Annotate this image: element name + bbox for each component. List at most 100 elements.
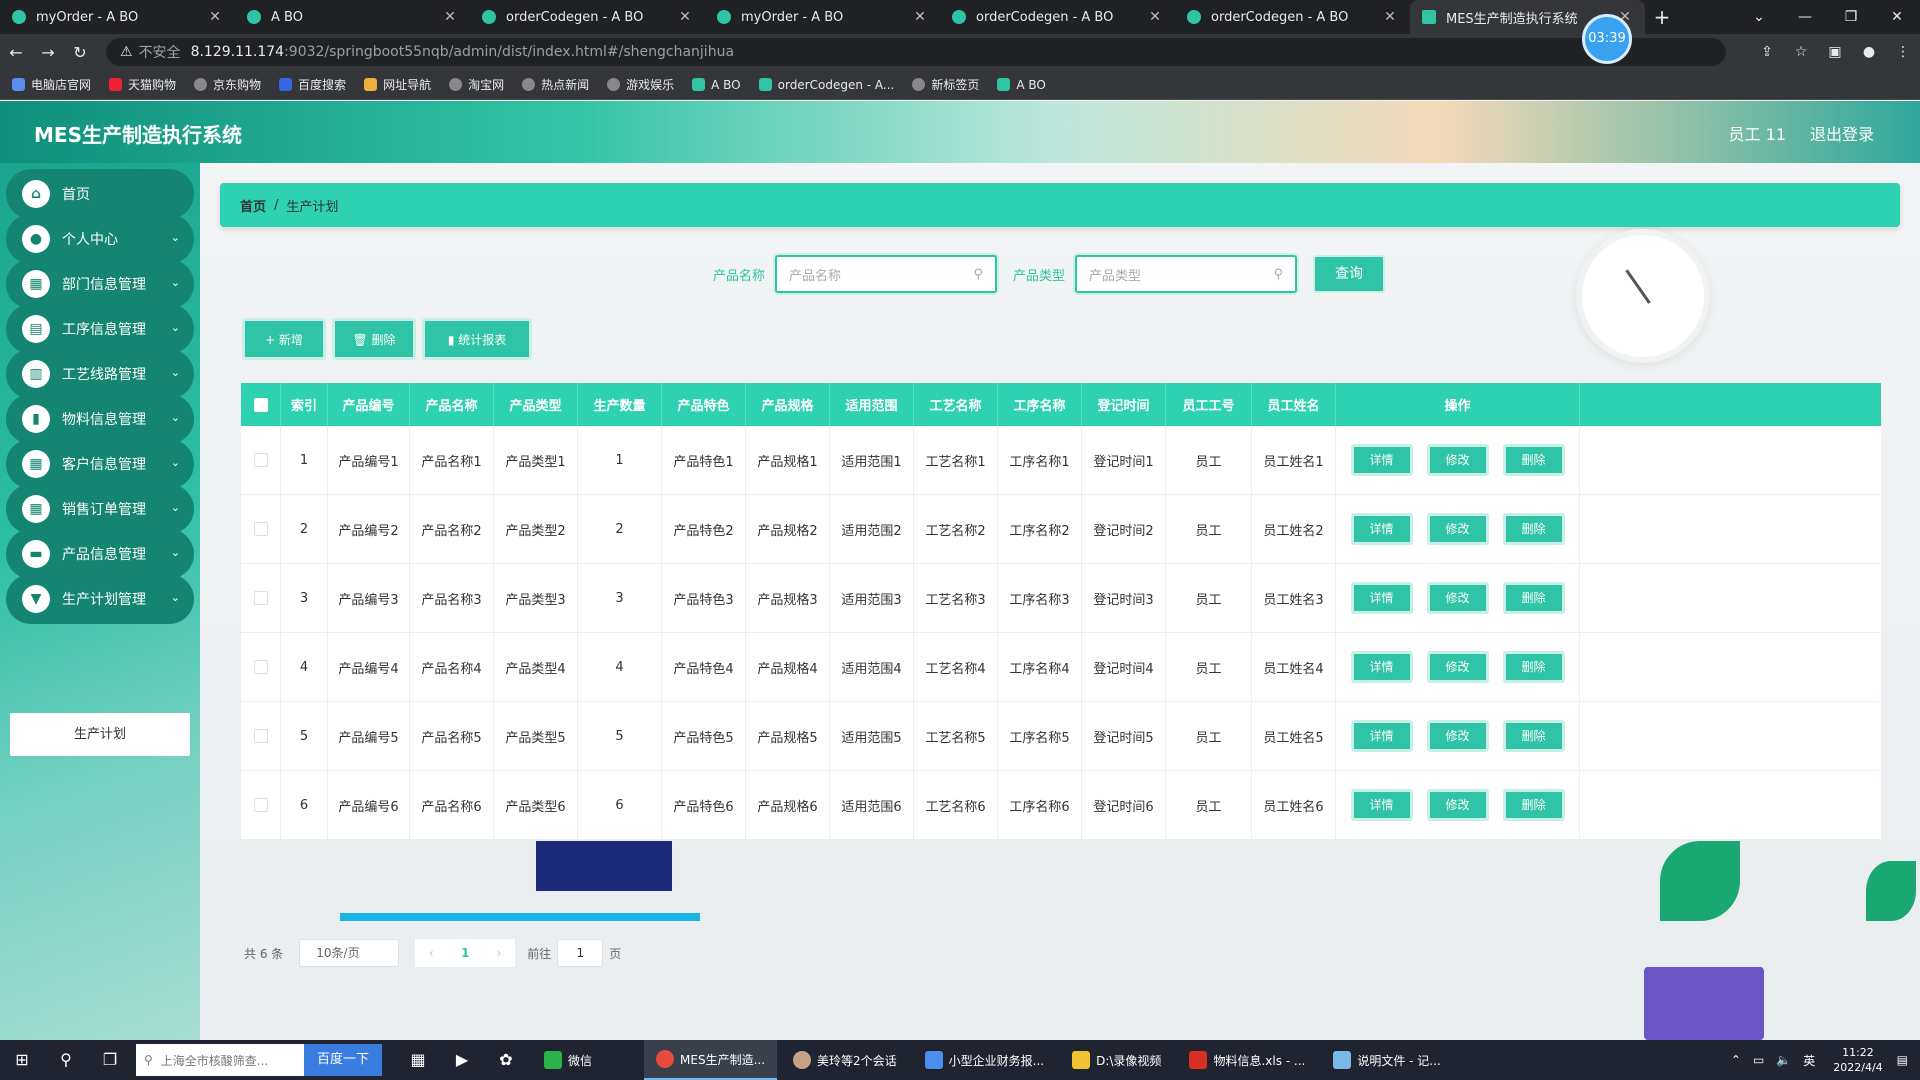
delete-row-button[interactable]: 删除 <box>1502 582 1565 614</box>
taskbar-app[interactable]: MES生产制造... <box>644 1040 778 1080</box>
taskbar-app[interactable]: 小型企业财务报... <box>913 1040 1056 1080</box>
sidebar-item-plan[interactable]: ▼ 生产计划管理 ⌄ <box>6 574 194 624</box>
bookmark[interactable]: 百度搜索 <box>279 76 346 93</box>
start-icon[interactable]: ⊞ <box>0 1040 44 1080</box>
edit-button[interactable]: 修改 <box>1426 651 1489 683</box>
delete-button[interactable]: 🗑 删除 <box>332 318 416 360</box>
row-checkbox[interactable] <box>253 660 268 674</box>
detail-button[interactable]: 详情 <box>1350 582 1413 614</box>
browser-tab[interactable]: orderCodegen - A BO ✕ <box>940 0 1175 34</box>
bookmark[interactable]: 京东购物 <box>194 76 261 93</box>
close-icon[interactable]: ✕ <box>207 9 223 25</box>
browser-tab[interactable]: orderCodegen - A BO ✕ <box>470 0 705 34</box>
close-icon[interactable]: ✕ <box>677 9 693 25</box>
sidebar-item-department[interactable]: ▦ 部门信息管理 ⌄ <box>6 259 194 309</box>
taskbar-clock[interactable]: 11:22 2022/4/4 <box>1833 1045 1882 1075</box>
url-field[interactable]: ⚠ 不安全 8.129.11.174:9032/springboot55nqb/… <box>106 38 1726 66</box>
close-icon[interactable]: ✕ <box>442 9 458 25</box>
bookmark[interactable]: 游戏娱乐 <box>607 76 674 93</box>
close-icon[interactable]: ✕ <box>1147 9 1163 25</box>
bookmark[interactable]: A BO <box>692 78 741 92</box>
taskbar-search-input[interactable]: ⚲ 上海全市核酸筛查... <box>136 1044 304 1076</box>
bookmark[interactable]: 热点新闻 <box>522 76 589 93</box>
star-icon[interactable]: ☆ <box>1784 44 1818 60</box>
task-view-icon[interactable]: ❐ <box>88 1040 132 1080</box>
row-checkbox[interactable] <box>253 591 268 605</box>
sidebar-item-process[interactable]: ▤ 工序信息管理 ⌄ <box>6 304 194 354</box>
delete-row-button[interactable]: 删除 <box>1502 720 1565 752</box>
product-type-input[interactable]: 产品类型 ⚲ <box>1075 255 1298 293</box>
sidebar-item-sales[interactable]: ▦ 销售订单管理 ⌄ <box>6 484 194 534</box>
report-button[interactable]: ▮ 统计报表 <box>422 318 532 360</box>
profile-icon[interactable]: ● <box>1852 44 1886 60</box>
sidebar-item-customer[interactable]: ▦ 客户信息管理 ⌄ <box>6 439 194 489</box>
row-checkbox[interactable] <box>253 453 268 467</box>
detail-button[interactable]: 详情 <box>1350 513 1413 545</box>
detail-button[interactable]: 详情 <box>1350 789 1413 821</box>
browser-tab[interactable]: myOrder - A BO ✕ <box>0 0 235 34</box>
volume-icon[interactable]: 🔈 <box>1776 1053 1791 1067</box>
taskbar-app[interactable]: 说明文件 - 记... <box>1321 1040 1452 1080</box>
taskbar-app[interactable]: 物料信息.xls - ... <box>1177 1040 1317 1080</box>
taskbar-app[interactable]: 美玲等2个会话 <box>781 1040 909 1080</box>
query-button[interactable]: 查询 <box>1313 255 1386 293</box>
delete-row-button[interactable]: 删除 <box>1502 444 1565 476</box>
delete-row-button[interactable]: 删除 <box>1502 789 1565 821</box>
sidebar-item-home[interactable]: ⌂ 首页 <box>6 169 194 219</box>
delete-row-button[interactable]: 删除 <box>1502 513 1565 545</box>
detail-button[interactable]: 详情 <box>1350 720 1413 752</box>
add-button[interactable]: + 新增 <box>242 318 326 360</box>
product-name-input[interactable]: 产品名称 ⚲ <box>775 255 998 293</box>
taskbar-app[interactable]: D:\录像视频 <box>1060 1040 1173 1080</box>
network-icon[interactable]: ▭ <box>1753 1053 1764 1067</box>
sidepanel-icon[interactable]: ▣ <box>1818 44 1852 60</box>
sidebar-item-route[interactable]: ▥ 工艺线路管理 ⌄ <box>6 349 194 399</box>
bookmark[interactable]: 电脑店官网 <box>12 76 91 93</box>
delete-row-button[interactable]: 删除 <box>1502 651 1565 683</box>
sidebar-subitem-plan[interactable]: 生产计划 <box>10 713 190 756</box>
edit-button[interactable]: 修改 <box>1426 789 1489 821</box>
new-tab-button[interactable]: + <box>1645 0 1679 34</box>
edit-button[interactable]: 修改 <box>1426 444 1489 476</box>
restore-icon[interactable]: ❐ <box>1828 0 1874 34</box>
settings-icon[interactable]: ✿ <box>484 1040 528 1080</box>
breadcrumb-home[interactable]: 首页 <box>240 196 266 215</box>
goto-page-input[interactable]: 1 <box>557 939 604 967</box>
notification-icon[interactable]: ▤ <box>1897 1053 1908 1067</box>
row-checkbox[interactable] <box>253 522 268 536</box>
bookmark[interactable]: 天猫购物 <box>109 76 176 93</box>
browser-tab[interactable]: A BO ✕ <box>235 0 470 34</box>
close-icon[interactable]: ✕ <box>1382 9 1398 25</box>
next-page-icon[interactable]: › <box>497 946 502 960</box>
sidebar-item-product[interactable]: ▬ 产品信息管理 ⌄ <box>6 529 194 579</box>
menu-icon[interactable]: ⋮ <box>1886 44 1920 60</box>
edit-button[interactable]: 修改 <box>1426 582 1489 614</box>
close-icon[interactable]: ✕ <box>912 9 928 25</box>
tab-search-icon[interactable]: ⌄ <box>1736 0 1782 34</box>
bookmark[interactable]: 新标签页 <box>912 76 979 93</box>
share-icon[interactable]: ⇪ <box>1750 44 1784 60</box>
forward-icon[interactable]: → <box>32 43 64 62</box>
store-icon[interactable]: ▦ <box>396 1040 440 1080</box>
bookmark[interactable]: 网址导航 <box>364 76 431 93</box>
search-icon[interactable]: ⚲ <box>44 1040 88 1080</box>
detail-button[interactable]: 详情 <box>1350 651 1413 683</box>
logout-link[interactable]: 退出登录 <box>1810 121 1874 145</box>
edit-button[interactable]: 修改 <box>1426 720 1489 752</box>
page-size-select[interactable]: 10条/页 <box>299 939 400 967</box>
bookmark[interactable]: orderCodegen - A... <box>758 78 894 92</box>
back-icon[interactable]: ← <box>0 43 32 62</box>
tray-icon[interactable]: ⌃ <box>1731 1053 1741 1067</box>
bookmark[interactable]: A BO <box>997 78 1046 92</box>
recording-timer[interactable]: 03:39 <box>1582 14 1632 64</box>
baidu-button[interactable]: 百度一下 <box>304 1044 382 1076</box>
taskbar-app[interactable]: 微信 <box>532 1040 604 1080</box>
sidebar-item-personal[interactable]: ● 个人中心 ⌄ <box>6 214 194 264</box>
close-window-icon[interactable]: ✕ <box>1874 0 1920 34</box>
browser-tab[interactable]: myOrder - A BO ✕ <box>705 0 940 34</box>
prev-page-icon[interactable]: ‹ <box>429 946 434 960</box>
row-checkbox[interactable] <box>253 798 268 812</box>
browser-tab[interactable]: orderCodegen - A BO ✕ <box>1175 0 1410 34</box>
edit-button[interactable]: 修改 <box>1426 513 1489 545</box>
minimize-icon[interactable]: — <box>1782 0 1828 34</box>
